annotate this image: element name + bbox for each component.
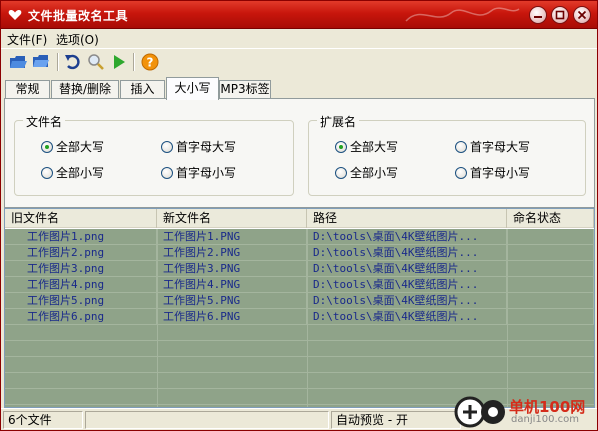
radio-label: 全部小写 — [350, 166, 399, 180]
tab-mp3-tags[interactable]: MP3标签 — [219, 80, 271, 99]
cell-new-name: 工作图片5.PNG — [157, 293, 307, 309]
empty-table-row — [5, 341, 594, 357]
title-decoration-icon — [405, 7, 520, 22]
run-play-icon[interactable] — [109, 52, 129, 72]
column-header-status[interactable]: 命名状态 — [507, 209, 594, 228]
radio-unselected-icon — [455, 141, 467, 153]
tab-strip: 常规 替换/删除 插入 大小写 MP3标签 — [1, 77, 597, 100]
case-tab-panel: 文件名 全部大写 首字母大写 全部小写 首字母小写 扩展名 全部大写 首字母大写… — [4, 98, 595, 208]
cell-status — [507, 229, 594, 245]
preview-search-icon[interactable] — [86, 52, 106, 72]
watermark-subtext: danji100.com — [511, 414, 579, 425]
table-row[interactable]: 工作图片3.png 工作图片3.PNG D:\tools\桌面\4K壁纸图片... — [5, 261, 594, 277]
cell-status — [507, 245, 594, 261]
undo-icon[interactable] — [63, 52, 83, 72]
column-header-old-name[interactable]: 旧文件名 — [5, 209, 157, 228]
help-icon[interactable]: ? — [140, 52, 160, 72]
tab-replace-delete[interactable]: 替换/删除 — [51, 80, 119, 99]
cell-new-name: 工作图片4.PNG — [157, 277, 307, 293]
empty-table-row — [5, 357, 594, 373]
table-row[interactable]: 工作图片4.png 工作图片4.PNG D:\tools\桌面\4K壁纸图片... — [5, 277, 594, 293]
radio-label: 全部大写 — [350, 140, 399, 154]
open-folder-icon[interactable] — [8, 52, 28, 72]
cell-new-name: 工作图片3.PNG — [157, 261, 307, 277]
radio-label: 全部大写 — [56, 140, 105, 154]
cell-path: D:\tools\桌面\4K壁纸图片... — [307, 229, 507, 245]
main-window: 文件批量改名工具 文件(F) 选项(O) ? 常规 替换/删除 插入 大小写 M… — [0, 0, 598, 431]
cell-path: D:\tools\桌面\4K壁纸图片... — [307, 261, 507, 277]
status-auto-preview: 自动预览 - 开 — [331, 411, 461, 429]
radio-label: 全部小写 — [56, 166, 105, 180]
window-title: 文件批量改名工具 — [28, 9, 129, 23]
status-empty-pane — [85, 411, 329, 429]
cell-path: D:\tools\桌面\4K壁纸图片... — [307, 245, 507, 261]
menu-bar: 文件(F) 选项(O) — [1, 29, 597, 47]
minimize-icon — [534, 16, 542, 18]
cell-old-name: 工作图片4.png — [5, 277, 157, 293]
toolbar-separator — [57, 53, 59, 71]
list-body: 工作图片1.png 工作图片1.PNG D:\tools\桌面\4K壁纸图片... 工… — [5, 229, 594, 407]
radio-unselected-icon — [455, 167, 467, 179]
cell-old-name: 工作图片1.png — [5, 229, 157, 245]
tab-case[interactable]: 大小写 — [166, 77, 219, 100]
tab-insert[interactable]: 插入 — [120, 80, 165, 99]
radio-selected-icon — [335, 141, 347, 153]
watermark-logo-icon — [454, 396, 505, 428]
radio-label: 首字母小写 — [470, 166, 531, 180]
cell-status — [507, 261, 594, 277]
close-icon — [577, 10, 587, 20]
cell-old-name: 工作图片3.png — [5, 261, 157, 277]
cell-old-name: 工作图片5.png — [5, 293, 157, 309]
svg-text:?: ? — [147, 56, 154, 70]
radio-label: 首字母大写 — [470, 140, 531, 154]
cell-new-name: 工作图片2.PNG — [157, 245, 307, 261]
minimize-button[interactable] — [529, 6, 547, 24]
column-header-new-name[interactable]: 新文件名 — [157, 209, 307, 228]
radio-unselected-icon — [41, 167, 53, 179]
cell-path: D:\tools\桌面\4K壁纸图片... — [307, 293, 507, 309]
toolbar: ? — [1, 48, 597, 74]
extension-group-title: 扩展名 — [317, 113, 360, 130]
cell-status — [507, 293, 594, 309]
title-bar[interactable]: 文件批量改名工具 — [1, 1, 597, 29]
cell-new-name: 工作图片1.PNG — [157, 229, 307, 245]
radio-unselected-icon — [335, 167, 347, 179]
table-row[interactable]: 工作图片2.png 工作图片2.PNG D:\tools\桌面\4K壁纸图片... — [5, 245, 594, 261]
cell-old-name: 工作图片6.png — [5, 309, 157, 325]
radio-selected-icon — [41, 141, 53, 153]
cell-status — [507, 309, 594, 325]
radio-unselected-icon — [161, 167, 173, 179]
column-header-path[interactable]: 路径 — [307, 209, 507, 228]
maximize-button[interactable] — [551, 6, 569, 24]
close-button[interactable] — [573, 6, 591, 24]
heart-app-icon — [8, 10, 22, 20]
site-watermark: 单机100网 danji100.com — [451, 393, 598, 431]
extension-case-group: 扩展名 全部大写 首字母大写 全部小写 首字母小写 — [308, 113, 586, 196]
radio-label: 首字母小写 — [176, 166, 237, 180]
filename-group-title: 文件名 — [23, 113, 66, 130]
empty-table-row — [5, 325, 594, 341]
empty-table-row — [5, 373, 594, 389]
tab-general[interactable]: 常规 — [5, 80, 50, 99]
table-row[interactable]: 工作图片5.png 工作图片5.PNG D:\tools\桌面\4K壁纸图片... — [5, 293, 594, 309]
table-row[interactable]: 工作图片6.png 工作图片6.PNG D:\tools\桌面\4K壁纸图片... — [5, 309, 594, 325]
toolbar-separator — [133, 53, 135, 71]
filename-case-group: 文件名 全部大写 首字母大写 全部小写 首字母小写 — [14, 113, 294, 196]
status-file-count: 6个文件 — [3, 411, 83, 429]
menu-file[interactable]: 文件(F) — [7, 31, 47, 48]
cell-status — [507, 277, 594, 293]
table-row[interactable]: 工作图片1.png 工作图片1.PNG D:\tools\桌面\4K壁纸图片... — [5, 229, 594, 245]
maximize-icon — [555, 10, 565, 20]
save-icon[interactable] — [31, 52, 51, 72]
cell-path: D:\tools\桌面\4K壁纸图片... — [307, 309, 507, 325]
radio-unselected-icon — [161, 141, 173, 153]
list-header: 旧文件名 新文件名 路径 命名状态 — [5, 209, 594, 228]
cell-path: D:\tools\桌面\4K壁纸图片... — [307, 277, 507, 293]
cell-old-name: 工作图片2.png — [5, 245, 157, 261]
file-list[interactable]: 旧文件名 新文件名 路径 命名状态 工作图片1.png 工作图片1.PNG D:\t… — [4, 208, 595, 408]
radio-label: 首字母大写 — [176, 140, 237, 154]
menu-options[interactable]: 选项(O) — [56, 31, 99, 48]
cell-new-name: 工作图片6.PNG — [157, 309, 307, 325]
